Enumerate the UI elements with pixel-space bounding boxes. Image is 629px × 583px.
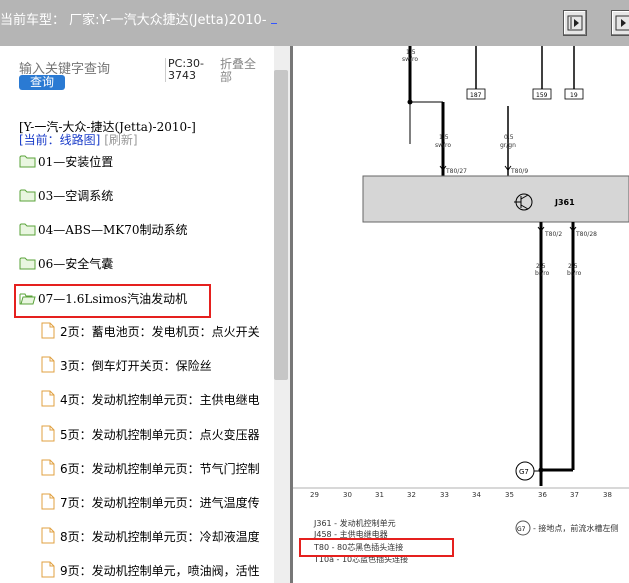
ground-legend: G7 - 接地点，前流水槽左侧	[515, 520, 618, 536]
connector-187: 187	[466, 88, 486, 100]
pin-label: T80/27	[445, 168, 467, 175]
tree-page-label: 3页：倒车灯开关页：保险丝	[60, 359, 212, 373]
title-bar: 当前车型： 厂家:Y-一汽大众捷达(Jetta)2010-	[0, 0, 629, 46]
tree-page-item[interactable]: 9页：发动机控制单元，喷油阀，活性	[41, 561, 274, 579]
tree-page-label: 5页：发动机控制单元页：点火变压器	[60, 428, 260, 442]
document-icon	[41, 561, 55, 578]
svg-text:2.5: 2.5	[568, 263, 578, 270]
wire-label: 0.5gr/gn	[500, 134, 516, 149]
svg-text:sw/ro: sw/ro	[402, 56, 418, 63]
document-icon	[41, 390, 55, 407]
tree-page-item[interactable]: 5页：发动机控制单元页：点火变压器	[41, 425, 274, 443]
svg-text:1.5: 1.5	[406, 49, 416, 56]
svg-text:30: 30	[343, 491, 352, 499]
tree-scrollbar-thumb[interactable]	[274, 70, 288, 380]
svg-text:38: 38	[603, 491, 612, 499]
current-vehicle-title: 当前车型： 厂家:Y-一汽大众捷达(Jetta)2010-	[0, 9, 277, 28]
document-icon	[41, 493, 55, 510]
tree-folder-label: 04—ABS—MK70制动系统	[38, 223, 188, 237]
svg-text:0.5: 0.5	[504, 134, 514, 141]
panel-arrow-right-icon	[567, 15, 583, 31]
pc-range-label: PC:30-3743	[165, 58, 215, 82]
svg-text:34: 34	[472, 491, 481, 499]
svg-text:31: 31	[375, 491, 384, 499]
ground-point-g7: G7	[515, 461, 541, 481]
tree-page-label: 2页：蓄电池页：发电机页：点火开关	[60, 325, 260, 339]
query-button[interactable]: 查询	[19, 75, 65, 90]
connector-159: 159	[532, 88, 552, 100]
svg-text:gr/gn: gr/gn	[500, 142, 516, 149]
folder-icon	[19, 257, 36, 270]
wire-label: 1.5sw/ro	[435, 134, 451, 149]
pin-label: T80/28	[575, 231, 597, 238]
panel-arrow-right-icon	[615, 15, 629, 31]
tree-page-item[interactable]: 3页：倒车灯开关页：保险丝	[41, 356, 274, 374]
refresh-link[interactable]: [刷新]	[104, 133, 137, 147]
svg-text:33: 33	[440, 491, 449, 499]
svg-text:sw/ro: sw/ro	[435, 142, 451, 149]
next-panel-button[interactable]	[611, 10, 629, 36]
folder-icon	[19, 189, 36, 202]
tree-page-item[interactable]: 6页：发动机控制单元页：节气门控制	[41, 459, 274, 477]
svg-text:159: 159	[536, 92, 548, 99]
svg-text:19: 19	[570, 92, 578, 99]
document-icon	[41, 459, 55, 476]
svg-text:2.5: 2.5	[536, 263, 546, 270]
svg-text:187: 187	[470, 92, 482, 99]
expand-panel-button[interactable]	[563, 10, 587, 36]
document-icon	[41, 425, 55, 442]
document-icon	[41, 527, 55, 544]
tree-page-label: 7页：发动机控制单元页：进气温度传	[60, 496, 260, 510]
document-icon	[41, 322, 55, 339]
pin-label: T80/2	[544, 231, 562, 238]
svg-text:- 接地点，前流水槽左侧: - 接地点，前流水槽左侧	[533, 523, 618, 533]
tree-page-label: 9页：发动机控制单元，喷油阀，活性	[60, 564, 260, 578]
tree-page-label: 6页：发动机控制单元页：节气门控制	[60, 462, 260, 476]
svg-text:35: 35	[505, 491, 514, 499]
wiring-diagram-panel[interactable]: 1.5 sw/ro 187 159 19 1.5 sw/ro 0.5 gr/gn T8…	[293, 46, 629, 583]
svg-text:G7: G7	[517, 526, 526, 533]
wire-label: 1.5sw/ro	[402, 49, 418, 63]
tree-folder-label: 06—安全气囊	[38, 257, 114, 271]
tree-page-item[interactable]: 8页：发动机控制单元页：冷却液温度	[41, 527, 274, 545]
tree-page-label: 4页：发动机控制单元页：主供电继电	[60, 393, 260, 407]
highlight-box	[299, 538, 454, 557]
svg-text:br/ro: br/ro	[567, 270, 582, 277]
current-view-line: [当前：线路图] [刷新]	[19, 131, 138, 148]
column-ruler: 29 30 31 32 33 34 35 36 37 38	[310, 491, 612, 499]
folder-icon	[19, 223, 36, 236]
wiring-diagram: 1.5sw/ro 187 159 19 1.5sw/ro 0.5gr/gn T8…	[293, 46, 629, 564]
connector-19: 19	[564, 88, 584, 100]
tree-page-label: 8页：发动机控制单元页：冷却液温度	[60, 530, 260, 544]
svg-text:32: 32	[407, 491, 416, 499]
tree-page-item[interactable]: 2页：蓄电池页：发电机页：点火开关	[41, 322, 274, 340]
tree-page-item[interactable]: 4页：发动机控制单元页：主供电继电	[41, 390, 274, 408]
svg-text:37: 37	[570, 491, 579, 499]
folder-icon	[19, 155, 36, 168]
pin-label: T80/9	[510, 168, 528, 175]
svg-text:br/ro: br/ro	[535, 270, 550, 277]
svg-text:J361 - 发动机控制单元: J361 - 发动机控制单元	[313, 518, 396, 528]
svg-text:G7: G7	[519, 468, 529, 476]
svg-text:29: 29	[310, 491, 319, 499]
current-view-label: [当前：线路图]	[19, 133, 101, 147]
tree-folder-label: 01—安装位置	[38, 155, 114, 169]
wire-label: 2.5br/ro	[567, 263, 582, 277]
tree-page-item[interactable]: 7页：发动机控制单元页：进气温度传	[41, 493, 274, 511]
svg-text:1.5: 1.5	[439, 134, 449, 141]
module-label: J361	[554, 198, 575, 207]
wire-label: 2.5br/ro	[535, 263, 550, 277]
collapse-all-link[interactable]: 折叠全部	[220, 58, 260, 84]
svg-text:36: 36	[538, 491, 547, 499]
highlight-box	[14, 284, 211, 318]
document-icon	[41, 356, 55, 373]
tree-folder-label: 03—空调系统	[38, 189, 114, 203]
